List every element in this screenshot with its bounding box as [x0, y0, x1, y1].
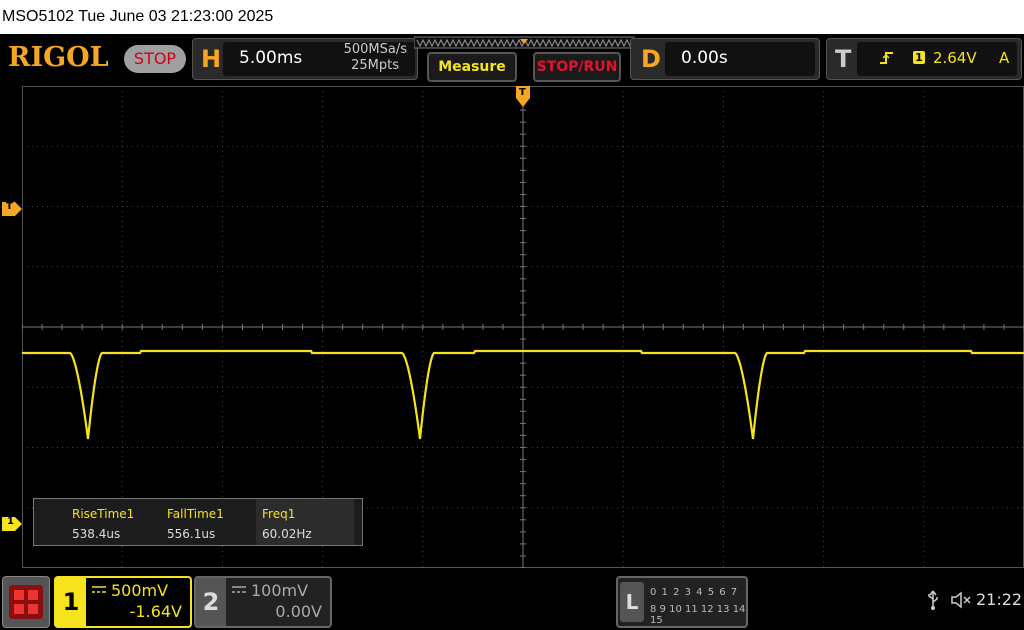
- logic-letter: L: [620, 582, 644, 622]
- channel1-offset: -1.64V: [129, 602, 182, 621]
- usb-icon: [928, 590, 938, 610]
- measurement-value: 556.1us: [167, 527, 216, 541]
- horizontal-letter: H: [201, 45, 222, 73]
- memory-depth: 25Mpts: [351, 58, 399, 73]
- rising-edge-icon: [880, 52, 893, 64]
- speaker-muted-icon[interactable]: [950, 590, 972, 610]
- channel1-number: 1: [56, 578, 86, 626]
- delay-panel[interactable]: D 0.00s: [630, 38, 820, 80]
- measurement-label: RiseTime1: [72, 507, 135, 521]
- trigger-level: 2.64V: [933, 49, 977, 67]
- dc-coupling-icon: [232, 586, 246, 593]
- channel1-control[interactable]: 1 500mV -1.64V: [54, 576, 192, 628]
- delay-value: 0.00s: [681, 48, 728, 68]
- channel1-scale: 500mV: [111, 581, 169, 600]
- graticule: [22, 86, 1024, 568]
- trigger-source-badge: 1: [913, 51, 925, 64]
- logic-channels-row1: 0 1 2 3 4 5 6 7: [650, 587, 739, 598]
- measurement-rise-time: RiseTime1 538.4us: [66, 499, 161, 545]
- grid-menu-icon: [9, 585, 43, 619]
- channel2-number: 2: [196, 578, 226, 626]
- run-state-badge: STOP: [124, 45, 186, 73]
- trigger-level-marker[interactable]: T: [2, 201, 22, 216]
- measurement-panel: RiseTime1 538.4us FallTime1 556.1us Freq…: [33, 498, 363, 546]
- clock-time: 21:22: [976, 590, 1023, 609]
- channel2-control[interactable]: 2 100mV 0.00V: [194, 576, 332, 628]
- measurement-value: 538.4us: [72, 527, 121, 541]
- channel2-offset: 0.00V: [275, 602, 322, 621]
- stop-run-button[interactable]: STOP/RUN: [533, 52, 621, 82]
- sample-rate: 500MSa/s: [343, 42, 407, 57]
- trigger-mode: A: [999, 49, 1010, 67]
- timebase-value: 5.00ms: [239, 48, 303, 68]
- title-bar: MSO5102 Tue June 03 21:23:00 2025: [0, 0, 1024, 34]
- measurement-value: 60.02Hz: [262, 527, 312, 541]
- trigger-panel[interactable]: T 1 2.64V A: [826, 38, 1022, 80]
- measurement-label: FallTime1: [167, 507, 224, 521]
- channel2-scale: 100mV: [251, 581, 309, 600]
- delay-letter: D: [641, 45, 661, 73]
- rigol-logo: RIGOL: [8, 42, 109, 73]
- measurement-fall-time: FallTime1 556.1us: [161, 499, 256, 545]
- measurement-frequency: Freq1 60.02Hz: [256, 499, 354, 545]
- channel1-offset-marker[interactable]: 1: [2, 516, 22, 531]
- waveform-overview: [414, 36, 635, 49]
- logic-analyzer-control[interactable]: L 0 1 2 3 4 5 6 7 8 9 10 11 12 13 14 15: [616, 576, 748, 628]
- logic-channels-row2: 8 9 10 11 12 13 14 15: [650, 604, 746, 626]
- trigger-position-marker[interactable]: T: [516, 86, 530, 108]
- horizontal-panel[interactable]: H 5.00ms 500MSa/s 25Mpts: [192, 38, 418, 80]
- dc-coupling-icon: [92, 586, 106, 593]
- measurement-label: Freq1: [262, 507, 296, 521]
- menu-button[interactable]: [2, 576, 50, 628]
- measure-button[interactable]: Measure: [427, 52, 517, 82]
- trigger-letter: T: [835, 45, 852, 73]
